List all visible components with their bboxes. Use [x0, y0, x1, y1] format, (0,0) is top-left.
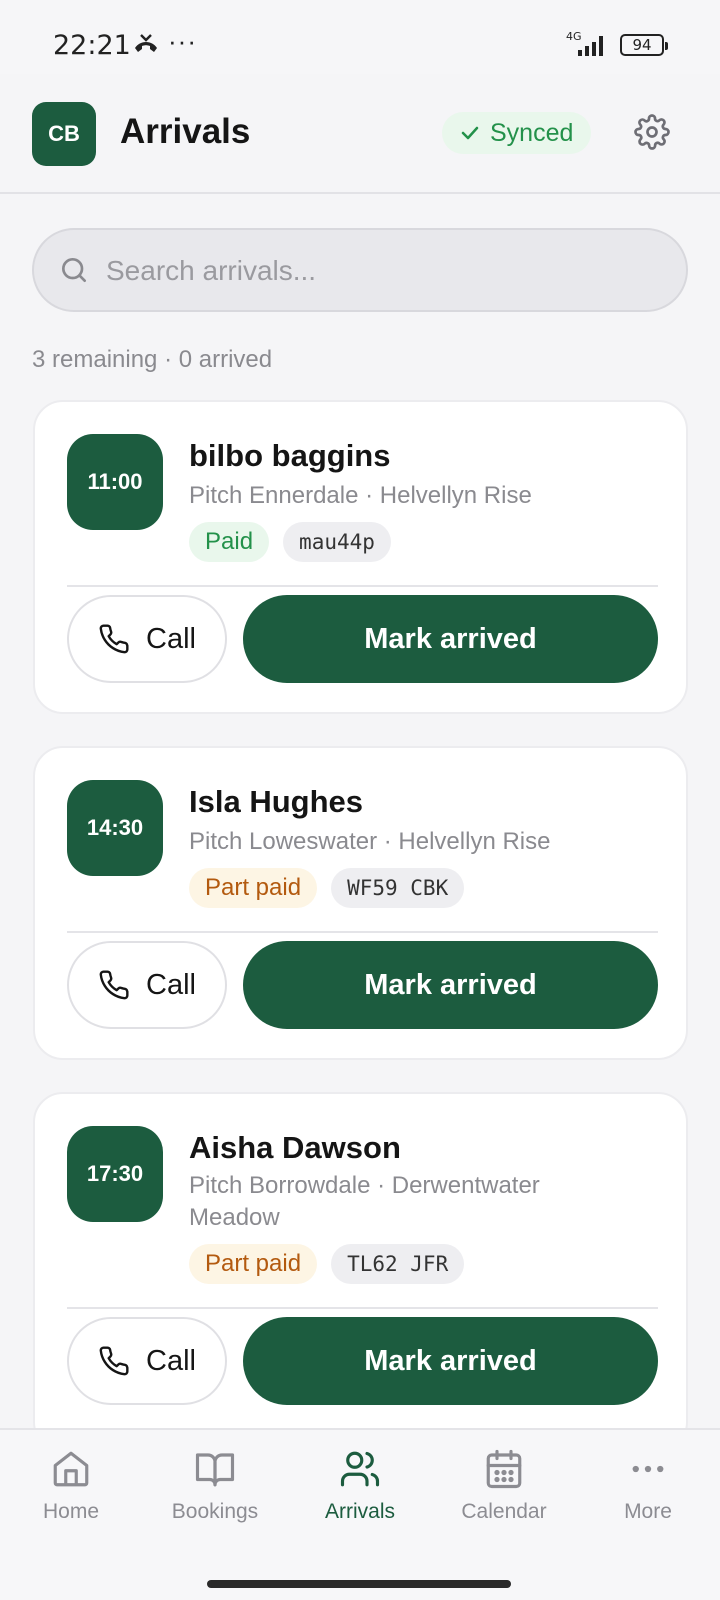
check-icon	[461, 126, 479, 140]
search-icon	[62, 258, 86, 282]
pitch-location: Pitch Ennerdale · Helvellyn Rise	[189, 482, 532, 509]
status-time: 22:21	[53, 30, 131, 61]
nav-label: More	[624, 1500, 672, 1523]
payment-status-badge: Part paid	[189, 1244, 318, 1284]
search-bar	[32, 228, 688, 312]
nav-arrivals[interactable]: Arrivals	[305, 1448, 415, 1524]
avatar-initials: CB	[48, 121, 80, 146]
nav-home[interactable]: Home	[16, 1448, 126, 1524]
pitch-location: Pitch Borrowdale · Derwentwater Meadow	[189, 1172, 540, 1231]
nav-more[interactable]: More	[593, 1448, 703, 1524]
mark-arrived-button[interactable]: Mark arrived	[243, 941, 658, 1029]
arrival-time-badge: 14:30	[67, 780, 163, 876]
signal-icon: 4G	[566, 30, 603, 56]
battery-level: 94	[632, 36, 652, 54]
arrival-card: 17:30 Aisha Dawson Pitch Borrowdale · De…	[33, 1092, 688, 1452]
call-label: Call	[146, 1344, 196, 1377]
home-indicator[interactable]	[207, 1580, 511, 1588]
booking-tags: Part paid TL62 JFR	[189, 1244, 465, 1284]
guest-name: Aisha Dawson	[189, 1130, 401, 1165]
search-input[interactable]	[106, 244, 666, 298]
booking-reference-badge: WF59 CBK	[331, 868, 465, 908]
booking-reference-badge: TL62 JFR	[331, 1244, 465, 1284]
nav-label: Home	[42, 1500, 100, 1523]
card-divider	[67, 585, 658, 587]
card-divider	[67, 1307, 658, 1309]
users-icon	[340, 1451, 380, 1487]
payment-status-badge: Paid	[189, 522, 270, 562]
missed-call-icon	[135, 34, 157, 52]
booking-reference-badge: mau44p	[283, 522, 391, 562]
arrival-time: 17:30	[86, 1161, 144, 1186]
call-label: Call	[146, 622, 196, 655]
sync-status-label: Synced	[490, 118, 574, 147]
bottom-navigation: Home Bookings Arrivals Calendar More	[0, 1428, 720, 1568]
booking-tags: Part paid WF59 CBK	[189, 868, 465, 908]
app-header: CB Arrivals Synced	[0, 74, 720, 194]
phone-icon	[99, 624, 129, 654]
arrival-card: 11:00 bilbo baggins Pitch Ennerdale · He…	[33, 400, 688, 714]
avatar[interactable]: CB	[32, 102, 96, 166]
call-button[interactable]: Call	[67, 595, 227, 683]
status-bar: 22:21 ··· 4G 94	[0, 0, 720, 74]
page-title: Arrivals	[120, 112, 251, 151]
guest-name: Isla Hughes	[189, 784, 363, 819]
sync-status-badge: Synced	[442, 112, 592, 154]
call-button[interactable]: Call	[67, 1317, 227, 1405]
battery-icon: 94	[620, 34, 668, 56]
nav-calendar[interactable]: Calendar	[449, 1448, 559, 1524]
pitch-location: Pitch Loweswater · Helvellyn Rise	[189, 828, 551, 855]
booking-tags: Paid mau44p	[189, 522, 391, 562]
mark-arrived-button[interactable]: Mark arrived	[243, 1317, 658, 1405]
phone-icon	[99, 1346, 129, 1376]
nav-label: Calendar	[461, 1500, 547, 1523]
nav-label: Arrivals	[324, 1500, 395, 1523]
card-divider	[67, 931, 658, 933]
gear-icon[interactable]	[634, 114, 670, 150]
phone-icon	[99, 970, 129, 1000]
mark-arrived-button[interactable]: Mark arrived	[243, 595, 658, 683]
call-label: Call	[146, 968, 196, 1001]
arrival-time: 11:00	[87, 469, 143, 494]
book-icon	[195, 1453, 235, 1487]
arrival-card: 14:30 Isla Hughes Pitch Loweswater · Hel…	[33, 746, 688, 1060]
home-icon	[53, 1451, 89, 1487]
notification-dots: ···	[168, 26, 197, 56]
network-type: 4G	[566, 30, 582, 43]
payment-status-badge: Part paid	[189, 868, 318, 908]
nav-bookings[interactable]: Bookings	[160, 1448, 270, 1524]
guest-name: bilbo baggins	[189, 438, 391, 473]
arrivals-summary: 3 remaining · 0 arrived	[32, 346, 273, 373]
arrival-time-badge: 11:00	[67, 434, 163, 530]
calendar-icon	[486, 1449, 522, 1489]
call-button[interactable]: Call	[67, 941, 227, 1029]
arrival-time-badge: 17:30	[67, 1126, 163, 1222]
arrival-time: 14:30	[86, 815, 144, 840]
more-icon	[632, 1465, 664, 1473]
nav-label: Bookings	[171, 1500, 259, 1523]
